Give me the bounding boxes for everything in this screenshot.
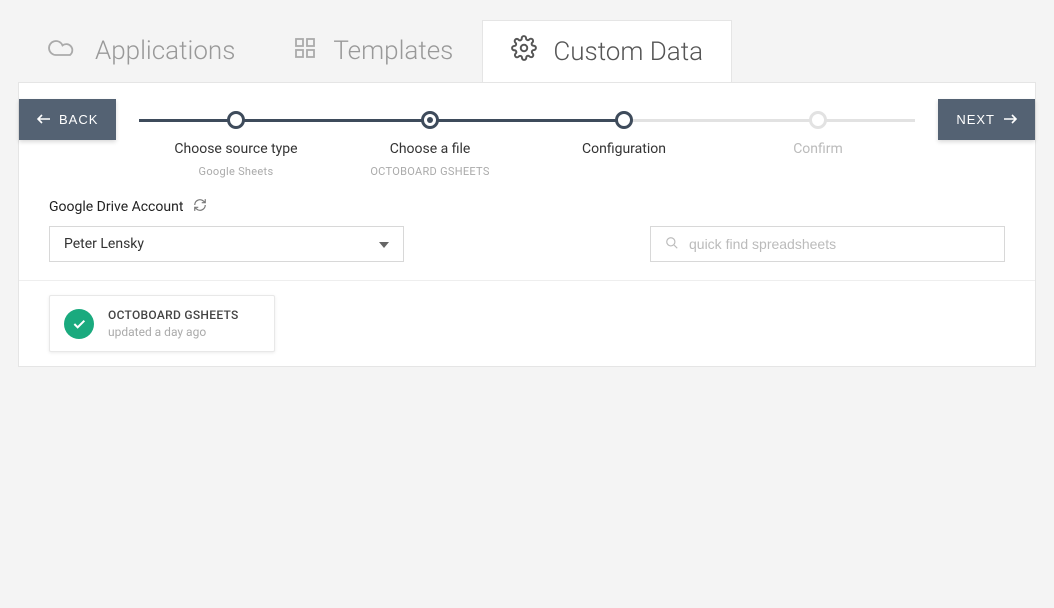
step-circle-icon: [809, 111, 827, 129]
gear-icon: [511, 35, 537, 68]
arrow-right-icon: [1003, 112, 1017, 127]
spreadsheet-subtitle: updated a day ago: [108, 325, 239, 339]
step-label: Choose a file: [390, 141, 471, 157]
next-button[interactable]: NEXT: [938, 99, 1035, 140]
wizard-header: BACK Choose source type Google Sheets Ch…: [19, 83, 1035, 192]
step-confirm[interactable]: Confirm: [721, 111, 915, 178]
tab-custom-data[interactable]: Custom Data: [482, 20, 732, 82]
step-label: Configuration: [582, 141, 666, 157]
tab-templates[interactable]: Templates: [264, 20, 482, 82]
account-field: Google Drive Account Peter Lensky: [49, 198, 404, 262]
content-panel: BACK Choose source type Google Sheets Ch…: [18, 82, 1036, 367]
step-source-type[interactable]: Choose source type Google Sheets: [139, 111, 333, 178]
step-label: Confirm: [793, 141, 843, 157]
refresh-icon[interactable]: [193, 198, 207, 216]
step-sublabel: OCTOBOARD GSHEETS: [370, 165, 489, 178]
chevron-down-icon: [379, 236, 389, 252]
tab-label: Custom Data: [553, 37, 703, 67]
stepper: Choose source type Google Sheets Choose …: [139, 111, 915, 178]
check-icon: [64, 309, 94, 339]
grid-icon: [293, 36, 317, 67]
account-select[interactable]: Peter Lensky: [49, 226, 404, 262]
account-label: Google Drive Account: [49, 199, 183, 215]
search-input[interactable]: [689, 236, 990, 252]
step-choose-file[interactable]: Choose a file OCTOBOARD GSHEETS: [333, 111, 527, 178]
tab-applications[interactable]: Applications: [18, 20, 264, 82]
back-label: BACK: [59, 112, 98, 127]
step-sublabel: Google Sheets: [199, 165, 274, 178]
cloud-icon: [47, 36, 79, 67]
back-button[interactable]: BACK: [19, 99, 116, 140]
tab-label: Applications: [95, 36, 235, 66]
results-area: OCTOBOARD GSHEETS updated a day ago: [19, 281, 1035, 366]
search-icon: [665, 235, 679, 254]
step-configuration[interactable]: Configuration: [527, 111, 721, 178]
next-label: NEXT: [956, 112, 995, 127]
step-circle-icon: [615, 111, 633, 129]
tab-label: Templates: [333, 36, 453, 66]
account-selected-value: Peter Lensky: [64, 236, 144, 252]
search-box[interactable]: [650, 226, 1005, 262]
tab-bar: Applications Templates Custom Data: [0, 0, 1054, 82]
spreadsheet-card[interactable]: OCTOBOARD GSHEETS updated a day ago: [49, 295, 275, 352]
spreadsheet-title: OCTOBOARD GSHEETS: [108, 308, 239, 322]
arrow-left-icon: [37, 112, 51, 127]
step-circle-icon: [227, 111, 245, 129]
step-label: Choose source type: [174, 141, 297, 157]
step-circle-icon: [421, 111, 439, 129]
form-row: Google Drive Account Peter Lensky: [19, 192, 1035, 281]
